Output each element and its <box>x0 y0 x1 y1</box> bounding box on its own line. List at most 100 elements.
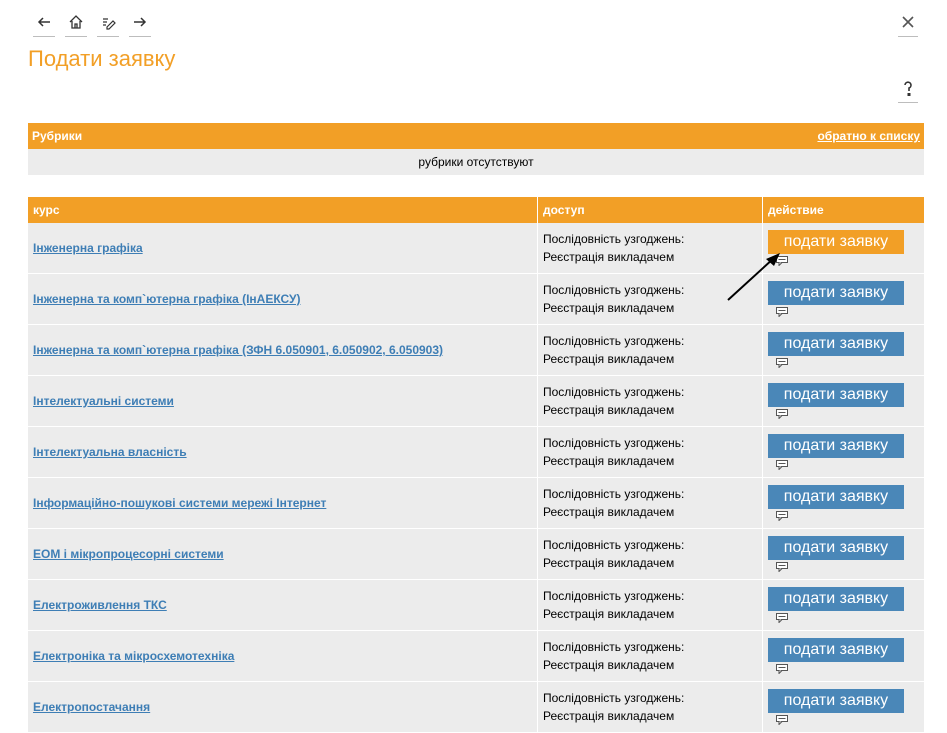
table-body: Інженерна графіка Послідовність узгоджен… <box>28 223 924 733</box>
edit-button[interactable] <box>97 12 119 37</box>
access-info: Послідовність узгоджень: Реєстрація викл… <box>543 587 684 623</box>
course-link[interactable]: Електроніка та мікросхемотехніка <box>33 649 234 663</box>
comment-icon[interactable] <box>776 256 788 266</box>
column-header-course: курс <box>28 197 538 223</box>
action-cell: подати заявку <box>763 325 924 375</box>
apply-button[interactable]: подати заявку <box>768 383 904 407</box>
access-info: Послідовність узгоджень: Реєстрація викл… <box>543 689 684 725</box>
access-line-approval: Послідовність узгоджень: <box>543 385 685 399</box>
course-link[interactable]: Електроживлення ТКС <box>33 598 167 612</box>
access-cell: Послідовність узгоджень: Реєстрація викл… <box>538 478 763 528</box>
access-line-registration: Реєстрація викладачем <box>543 505 675 519</box>
forward-button[interactable] <box>129 12 151 37</box>
comment-icon[interactable] <box>776 613 788 623</box>
action-cell: подати заявку <box>763 376 924 426</box>
courses-table: курс доступ действие Інженерна графіка П… <box>28 197 924 733</box>
course-link[interactable]: Інтелектуальна власність <box>33 445 187 459</box>
comment-icon[interactable] <box>776 715 788 725</box>
comment-icon[interactable] <box>776 409 788 419</box>
access-line-approval: Послідовність узгоджень: <box>543 436 685 450</box>
course-link[interactable]: Інженерна та комп`ютерна графіка (ЗФН 6.… <box>33 343 443 357</box>
access-info: Послідовність узгоджень: Реєстрація викл… <box>543 383 684 419</box>
access-info: Послідовність узгоджень: Реєстрація викл… <box>543 485 684 521</box>
access-line-registration: Реєстрація викладачем <box>543 556 675 570</box>
edit-icon <box>103 18 116 30</box>
action-cell: подати заявку <box>763 274 924 324</box>
rubrics-title: Рубрики <box>32 129 83 143</box>
home-button[interactable] <box>65 12 87 37</box>
comment-icon[interactable] <box>776 562 788 572</box>
table-row: Інтелектуальна власність Послідовність у… <box>28 427 924 478</box>
home-icon <box>69 15 83 29</box>
apply-button[interactable]: подати заявку <box>768 536 904 560</box>
apply-button[interactable]: подати заявку <box>768 485 904 509</box>
action-cell: подати заявку <box>763 529 924 579</box>
course-link[interactable]: Інженерна та комп`ютерна графіка (ІнАЕКС… <box>33 292 300 306</box>
course-cell: Електропостачання <box>28 682 538 732</box>
course-link[interactable]: Інтелектуальні системи <box>33 394 174 408</box>
course-cell: Інженерна графіка <box>28 223 538 273</box>
access-line-approval: Послідовність узгоджень: <box>543 487 685 501</box>
table-row: Інженерна та комп`ютерна графіка (ІнАЕКС… <box>28 274 924 325</box>
access-cell: Послідовність узгоджень: Реєстрація викл… <box>538 376 763 426</box>
access-cell: Послідовність узгоджень: Реєстрація викл… <box>538 274 763 324</box>
course-link[interactable]: Інформаційно-пошукові системи мережі Інт… <box>33 496 326 510</box>
course-cell: Інженерна та комп`ютерна графіка (ІнАЕКС… <box>28 274 538 324</box>
access-line-registration: Реєстрація викладачем <box>543 352 675 366</box>
apply-button[interactable]: подати заявку <box>768 281 904 305</box>
rubrics-panel: Рубрики обратно к списку рубрики отсутст… <box>28 123 924 175</box>
access-line-registration: Реєстрація викладачем <box>543 250 675 264</box>
column-header-access: доступ <box>538 197 763 223</box>
comment-icon[interactable] <box>776 511 788 521</box>
access-info: Послідовність узгоджень: Реєстрація викл… <box>543 332 684 368</box>
course-link[interactable]: Електропостачання <box>33 700 150 714</box>
course-link[interactable]: ЕОМ і мікропроцесорні системи <box>33 547 224 561</box>
action-cell: подати заявку <box>763 580 924 630</box>
access-line-approval: Послідовність узгоджень: <box>543 691 685 705</box>
action-cell: подати заявку <box>763 631 924 681</box>
comment-icon[interactable] <box>776 307 788 317</box>
course-cell: Інженерна та комп`ютерна графіка (ЗФН 6.… <box>28 325 538 375</box>
comment-icon[interactable] <box>776 358 788 368</box>
course-cell: Інтелектуальні системи <box>28 376 538 426</box>
access-info: Послідовність узгоджень: Реєстрація викл… <box>543 638 684 674</box>
course-link[interactable]: Інженерна графіка <box>33 241 143 255</box>
access-line-approval: Послідовність узгоджень: <box>543 589 685 603</box>
close-button[interactable] <box>898 12 918 37</box>
apply-button[interactable]: подати заявку <box>768 689 904 713</box>
back-button[interactable] <box>33 12 55 37</box>
access-line-approval: Послідовність узгоджень: <box>543 334 685 348</box>
column-header-action: действие <box>768 203 824 217</box>
course-cell: Електроніка та мікросхемотехніка <box>28 631 538 681</box>
access-info: Послідовність узгоджень: Реєстрація викл… <box>543 536 684 572</box>
access-line-registration: Реєстрація викладачем <box>543 403 675 417</box>
course-cell: ЕОМ і мікропроцесорні системи <box>28 529 538 579</box>
action-cell: подати заявку <box>763 223 924 273</box>
access-cell: Послідовність узгоджень: Реєстрація викл… <box>538 223 763 273</box>
access-line-approval: Послідовність узгоджень: <box>543 232 685 246</box>
page-title: Подати заявку <box>28 46 176 71</box>
comment-icon[interactable] <box>776 460 788 470</box>
apply-button[interactable]: подати заявку <box>768 638 904 662</box>
table-row: Інформаційно-пошукові системи мережі Інт… <box>28 478 924 529</box>
access-line-approval: Послідовність узгоджень: <box>543 538 685 552</box>
table-header: курс доступ действие <box>28 197 924 223</box>
course-cell: Інтелектуальна власність <box>28 427 538 477</box>
apply-button[interactable]: подати заявку <box>768 434 904 458</box>
table-row: Інтелектуальні системи Послідовність узг… <box>28 376 924 427</box>
comment-icon[interactable] <box>776 664 788 674</box>
apply-button[interactable]: подати заявку <box>768 332 904 356</box>
rubrics-empty-message: рубрики отсутствуют <box>28 149 924 175</box>
access-cell: Послідовність узгоджень: Реєстрація викл… <box>538 529 763 579</box>
table-row: Інженерна графіка Послідовність узгоджен… <box>28 223 924 274</box>
back-to-list-link[interactable]: обратно к списку <box>817 129 920 143</box>
apply-button[interactable]: подати заявку <box>768 230 904 254</box>
apply-button[interactable]: подати заявку <box>768 587 904 611</box>
access-info: Послідовність узгоджень: Реєстрація викл… <box>543 434 684 470</box>
access-cell: Послідовність узгоджень: Реєстрація викл… <box>538 325 763 375</box>
access-line-registration: Реєстрація викладачем <box>543 607 675 621</box>
access-cell: Послідовність узгоджень: Реєстрація викл… <box>538 580 763 630</box>
help-button[interactable] <box>898 78 918 103</box>
access-line-registration: Реєстрація викладачем <box>543 658 675 672</box>
access-cell: Послідовність узгоджень: Реєстрація викл… <box>538 427 763 477</box>
